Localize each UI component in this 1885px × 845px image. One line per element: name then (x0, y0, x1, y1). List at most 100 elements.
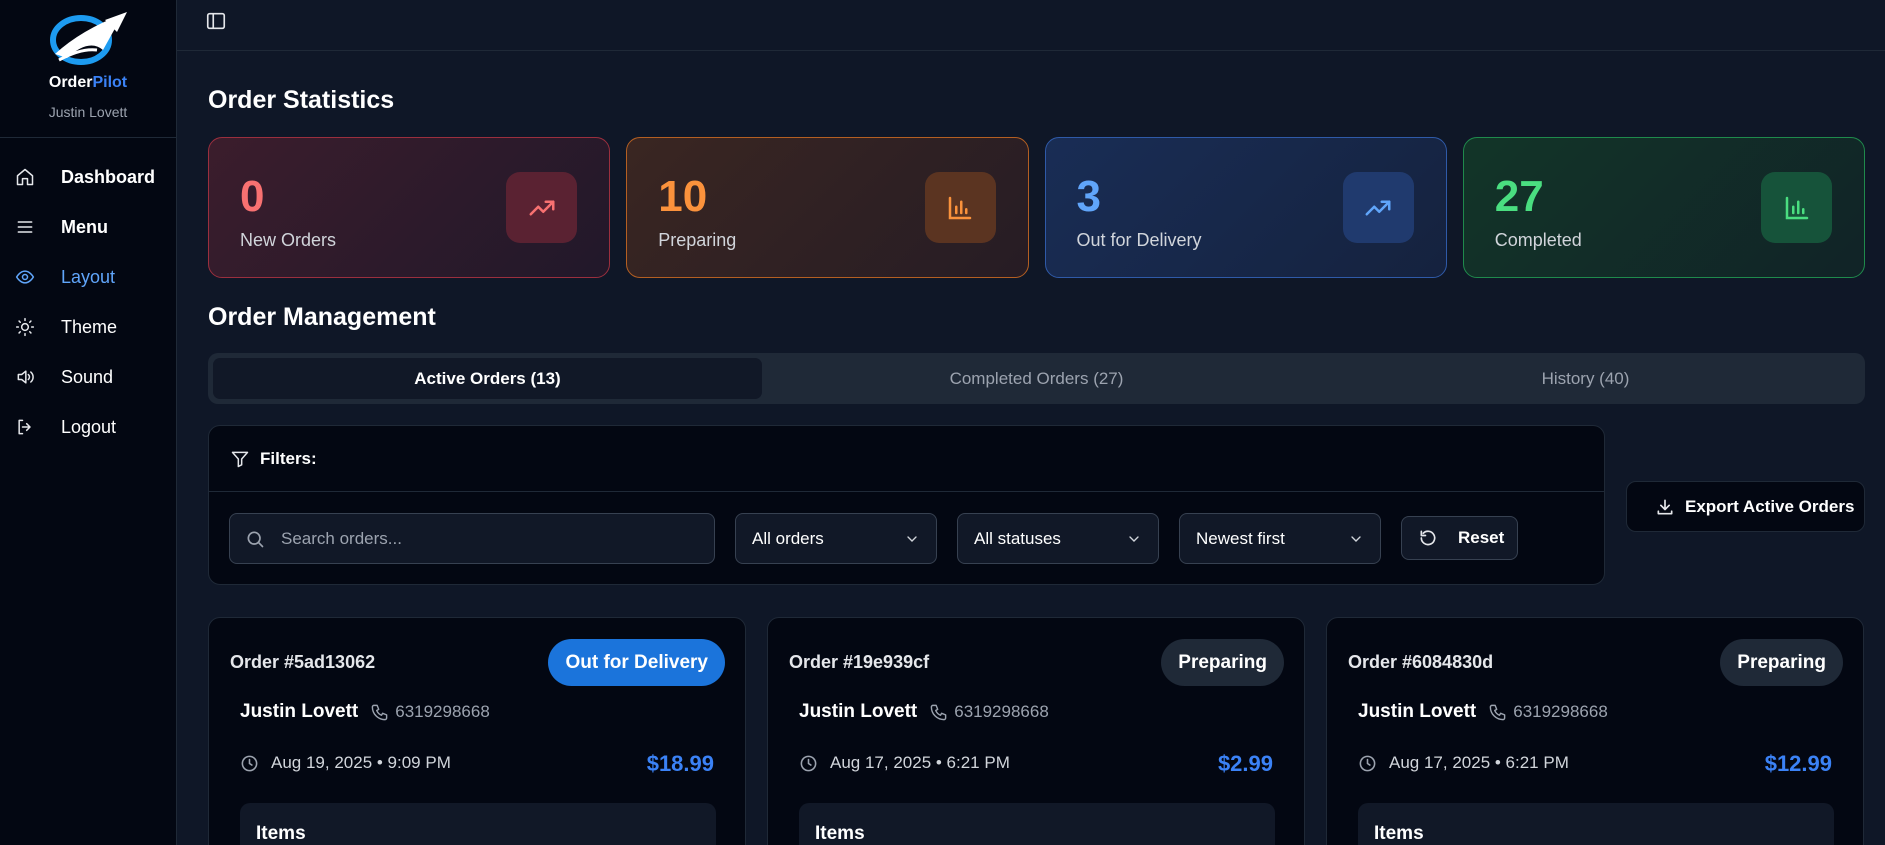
export-label: Export Active Orders (1685, 496, 1855, 516)
stat-card-preparing: 10 Preparing (626, 137, 1029, 278)
customer-name: Justin Lovett (799, 701, 918, 722)
order-card[interactable]: Order #6084830d Preparing Justin Lovett … (1326, 617, 1864, 845)
customer-info: Justin Lovett 6319298668 (799, 701, 1049, 723)
reset-icon (1420, 530, 1436, 546)
tab-active-orders[interactable]: Active Orders (13) (213, 358, 762, 399)
sidebar-toggle-icon[interactable] (205, 10, 227, 32)
search-icon (247, 531, 264, 547)
volume-icon (17, 370, 34, 384)
items-title: Items (1374, 823, 1424, 844)
status-badge: Preparing (1720, 639, 1843, 686)
order-items: Items (1358, 803, 1834, 845)
phone-icon (930, 704, 947, 720)
nav-label: Dashboard (61, 166, 156, 187)
management-title: Order Management (208, 303, 436, 331)
tab-completed-orders[interactable]: Completed Orders (27) (762, 358, 1311, 399)
order-time: Aug 17, 2025 • 6:21 PM (799, 753, 1010, 773)
brand-name: OrderPilot (48, 74, 128, 91)
eye-icon (15, 270, 35, 284)
stat-label: Completed (1494, 230, 1582, 250)
status-badge: Preparing (1161, 639, 1284, 686)
bar-chart-icon (924, 172, 996, 243)
stat-card-out-for-delivery: 3 Out for Delivery (1044, 137, 1447, 278)
order-total: $18.99 (646, 751, 714, 776)
phone-icon (1489, 704, 1506, 720)
chevron-down-icon (1129, 535, 1139, 542)
order-timestamp: Aug 17, 2025 • 6:21 PM (830, 753, 1010, 772)
stat-value: 3 (1076, 172, 1101, 221)
trending-up-icon (506, 172, 578, 243)
order-id: Order #6084830d (1348, 652, 1494, 672)
menu-icon (17, 221, 33, 233)
nav-label: Sound (61, 366, 114, 387)
order-timestamp: Aug 19, 2025 • 9:09 PM (271, 753, 451, 772)
stat-value: 0 (240, 172, 265, 221)
order-total: $12.99 (1764, 751, 1832, 776)
stat-label: Preparing (658, 230, 737, 250)
customer-info: Justin Lovett 6319298668 (240, 701, 490, 723)
export-orders-button[interactable]: Export Active Orders (1626, 481, 1865, 532)
nav-item-layout[interactable]: Layout (0, 252, 176, 302)
clock-icon (241, 755, 258, 771)
order-id: Order #19e939cf (789, 652, 930, 672)
order-total: $2.99 (1217, 751, 1273, 776)
stat-card-new-orders: 0 New Orders (208, 137, 611, 278)
bar-chart-icon (1761, 172, 1832, 243)
logo-icon (50, 12, 127, 65)
nav-item-theme[interactable]: Theme (0, 302, 176, 352)
trending-up-icon (1342, 172, 1414, 243)
sort-select[interactable]: Newest first (1179, 513, 1381, 564)
items-title: Items (256, 823, 306, 844)
customer-info: Justin Lovett 6319298668 (1358, 701, 1608, 723)
clock-icon (800, 755, 817, 771)
order-card[interactable]: Order #5ad13062 Out for Delivery Justin … (208, 617, 746, 845)
customer-name: Justin Lovett (240, 701, 359, 722)
customer-phone: 6319298668 (954, 702, 1049, 721)
customer-phone: 6319298668 (1513, 702, 1608, 721)
sidebar: OrderPilot Justin Lovett Dashboard Menu … (0, 0, 177, 845)
status-badge: Out for Delivery (548, 639, 725, 686)
filters-row: All orders All statuses Newest first Res… (229, 513, 1518, 564)
order-time: Aug 17, 2025 • 6:21 PM (1358, 753, 1569, 773)
stat-label: Out for Delivery (1076, 230, 1202, 250)
filters-title: Filters: (260, 448, 317, 468)
nav-item-logout[interactable]: Logout (0, 402, 176, 452)
filters-header: Filters: (209, 426, 1604, 492)
topbar (177, 0, 1885, 51)
sidebar-nav: Dashboard Menu Layout Theme Sound Logout (0, 138, 176, 452)
nav-label: Layout (61, 266, 116, 287)
order-items: Items (240, 803, 716, 845)
sidebar-user-name: Justin Lovett (48, 104, 128, 120)
order-tabs: Active Orders (13) Completed Orders (27)… (208, 353, 1865, 404)
nav-label: Logout (61, 416, 117, 437)
order-type-select[interactable]: All orders (735, 513, 937, 564)
reset-button[interactable]: Reset (1401, 516, 1518, 560)
status-value: All statuses (974, 528, 1061, 548)
search-input[interactable] (281, 528, 701, 549)
sort-value: Newest first (1196, 528, 1285, 548)
chevron-down-icon (907, 535, 917, 542)
nav-item-menu[interactable]: Menu (0, 202, 176, 252)
nav-label: Menu (61, 216, 108, 237)
home-icon (16, 168, 34, 186)
order-timestamp: Aug 17, 2025 • 6:21 PM (1389, 753, 1569, 772)
order-items: Items (799, 803, 1275, 845)
customer-name: Justin Lovett (1358, 701, 1477, 722)
reset-label: Reset (1458, 528, 1505, 547)
search-box (229, 513, 715, 564)
status-select[interactable]: All statuses (957, 513, 1159, 564)
nav-item-dashboard[interactable]: Dashboard (0, 152, 176, 202)
stats-title: Order Statistics (208, 86, 395, 114)
logout-icon (18, 419, 31, 435)
stat-value: 27 (1494, 172, 1544, 221)
order-card[interactable]: Order #19e939cf Preparing Justin Lovett … (767, 617, 1305, 845)
tab-history[interactable]: History (40) (1311, 358, 1860, 399)
stat-card-completed: 27 Completed (1462, 137, 1865, 278)
sun-icon (15, 317, 35, 337)
nav-label: Theme (61, 316, 118, 337)
filters-panel: Filters: All orders All statuses Newest … (208, 425, 1605, 585)
chevron-down-icon (1351, 535, 1361, 542)
nav-item-sound[interactable]: Sound (0, 352, 176, 402)
items-title: Items (815, 823, 865, 844)
order-id: Order #5ad13062 (230, 652, 376, 672)
